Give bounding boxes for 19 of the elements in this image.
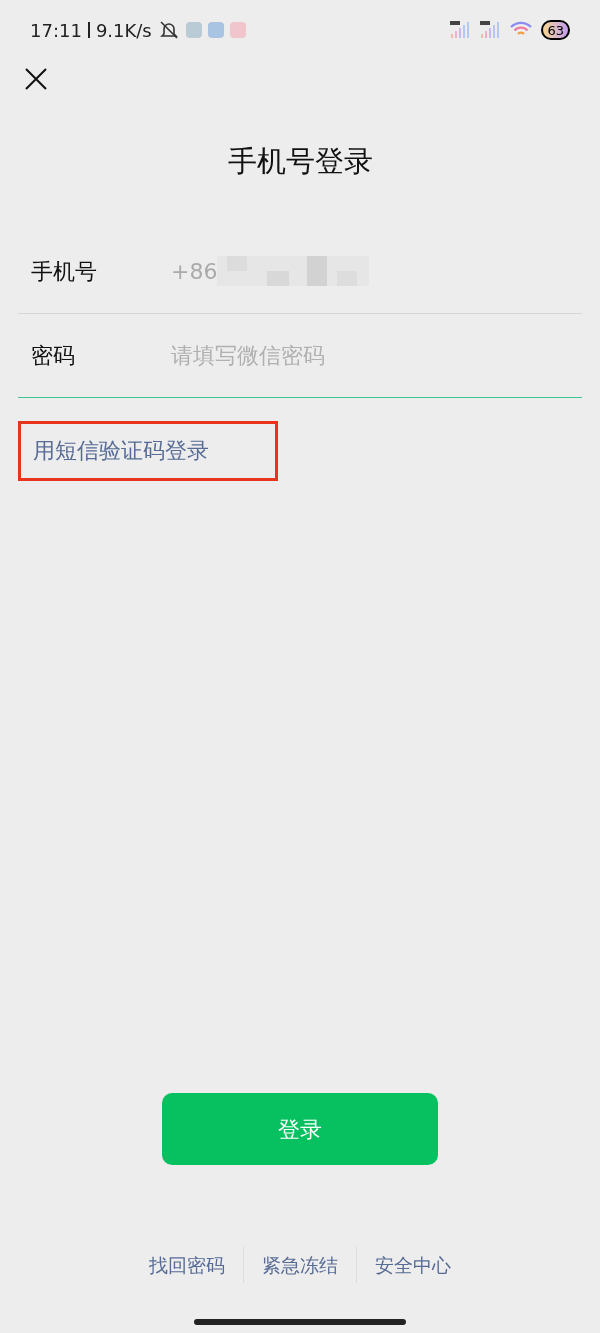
- field-label: 手机号: [30, 257, 98, 286]
- field-label: 密码: [30, 341, 76, 370]
- status-time: 17:11: [30, 18, 82, 43]
- muted-bell-icon: [157, 20, 180, 40]
- app-icon: [229, 22, 246, 38]
- signal-icon: [479, 21, 502, 39]
- footer-link[interactable]: 紧急冻结: [244, 1250, 356, 1280]
- close-icon[interactable]: [24, 67, 48, 91]
- network-speed: 9.1K/s: [95, 18, 152, 43]
- signal-icon: [449, 21, 472, 39]
- login-button[interactable]: 登录: [162, 1093, 438, 1165]
- app-icon: [207, 22, 224, 38]
- app-icon: [185, 22, 202, 38]
- battery-indicator: 63: [541, 20, 570, 40]
- footer-link[interactable]: 找回密码: [131, 1250, 243, 1280]
- password-field[interactable]: 请填写微信密码: [171, 338, 582, 372]
- footer-link[interactable]: 安全中心: [357, 1250, 469, 1280]
- page-title: 手机号登录: [227, 143, 373, 180]
- sms-login-link[interactable]: 用短信验证码登录: [33, 434, 209, 467]
